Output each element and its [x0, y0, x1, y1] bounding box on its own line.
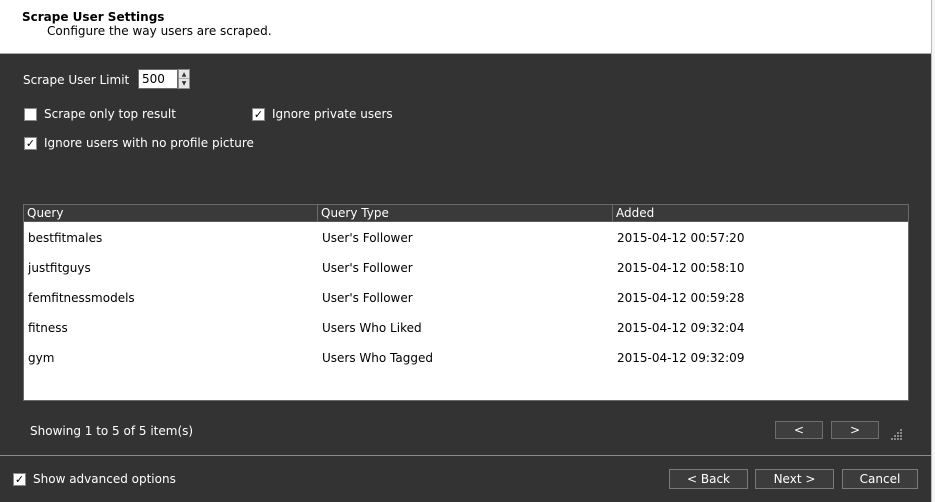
table-row[interactable]: gym Users Who Tagged 2015-04-12 09:32:09: [24, 343, 908, 373]
cell-query: femfitnessmodels: [28, 291, 135, 305]
advanced-options-label: Show advanced options: [33, 472, 176, 486]
column-added[interactable]: Added: [613, 205, 908, 222]
cell-added: 2015-04-12 00:59:28: [617, 291, 745, 305]
window-edge: [931, 0, 935, 502]
option-top-result[interactable]: Scrape only top result: [24, 107, 176, 121]
page-subtitle: Configure the way users are scraped.: [47, 24, 272, 38]
cell-added: 2015-04-12 09:32:04: [617, 321, 745, 335]
cell-query-type: Users Who Liked: [322, 321, 422, 335]
option-label: Ignore users with no profile picture: [44, 136, 254, 150]
column-query[interactable]: Query: [24, 205, 318, 222]
cancel-button[interactable]: Cancel: [842, 469, 918, 489]
cell-query: fitness: [28, 321, 68, 335]
prev-page-button[interactable]: <: [775, 421, 823, 439]
next-page-button[interactable]: >: [831, 421, 879, 439]
check-icon[interactable]: ✓: [13, 472, 26, 486]
chevron-up-icon[interactable]: ▲: [179, 70, 189, 79]
query-table[interactable]: Query Query Type Added bestfitmales User…: [23, 204, 909, 401]
wizard-footer: ✓ Show advanced options < Back Next > Ca…: [0, 455, 931, 502]
scrape-limit-stepper[interactable]: ▲ ▼: [178, 69, 190, 89]
table-row[interactable]: fitness Users Who Liked 2015-04-12 09:32…: [24, 313, 908, 343]
cell-query: bestfitmales: [28, 231, 103, 245]
option-label: Scrape only top result: [44, 107, 176, 121]
option-label: Ignore private users: [272, 107, 393, 121]
wizard-header: Scrape User Settings Configure the way u…: [0, 0, 932, 54]
settings-panel: Scrape User Limit 500 ▲ ▼ Scrape only to…: [0, 55, 931, 455]
resize-grip-icon[interactable]: [891, 428, 903, 440]
cell-added: 2015-04-12 00:57:20: [617, 231, 745, 245]
cell-added: 2015-04-12 09:32:09: [617, 351, 745, 365]
pager-status: Showing 1 to 5 of 5 item(s): [30, 424, 194, 438]
check-icon[interactable]: ✓: [252, 107, 265, 121]
check-icon[interactable]: ✓: [24, 136, 37, 150]
advanced-options-toggle[interactable]: ✓ Show advanced options: [13, 472, 176, 486]
cell-query-type: User's Follower: [322, 291, 413, 305]
table-row[interactable]: justfitguys User's Follower 2015-04-12 0…: [24, 253, 908, 283]
cell-query-type: Users Who Tagged: [322, 351, 433, 365]
scrape-limit-label: Scrape User Limit: [23, 73, 130, 87]
cell-added: 2015-04-12 00:58:10: [617, 261, 745, 275]
page-title: Scrape User Settings: [22, 10, 165, 24]
cell-query: gym: [28, 351, 55, 365]
cell-query: justfitguys: [28, 261, 91, 275]
option-ignore-private[interactable]: ✓ Ignore private users: [252, 107, 393, 121]
scrape-limit-input[interactable]: 500: [138, 69, 178, 89]
cell-query-type: User's Follower: [322, 261, 413, 275]
table-row[interactable]: bestfitmales User's Follower 2015-04-12 …: [24, 223, 908, 253]
chevron-down-icon[interactable]: ▼: [179, 79, 189, 88]
back-button[interactable]: < Back: [669, 469, 748, 489]
cell-query-type: User's Follower: [322, 231, 413, 245]
table-header: Query Query Type Added: [24, 205, 908, 222]
next-button[interactable]: Next >: [755, 469, 834, 489]
option-ignore-no-picture[interactable]: ✓ Ignore users with no profile picture: [24, 136, 254, 150]
checkbox-top-result[interactable]: [24, 107, 37, 121]
table-row[interactable]: femfitnessmodels User's Follower 2015-04…: [24, 283, 908, 313]
column-query-type[interactable]: Query Type: [318, 205, 613, 222]
